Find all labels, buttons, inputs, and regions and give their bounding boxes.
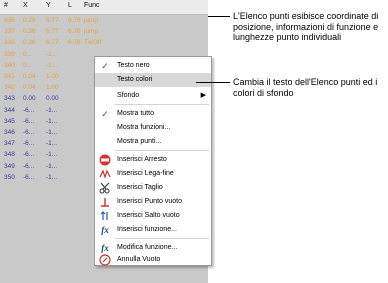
table-cell: 0... — [23, 61, 33, 69]
table-cell: 342 — [4, 84, 15, 92]
table-cell: 349 — [4, 162, 15, 170]
menu-item-testo-colori[interactable]: Testo colori — [95, 73, 211, 87]
menu-item-sfondo[interactable]: Sfondo ▶ — [95, 89, 211, 103]
table-cell: -6... — [23, 162, 35, 170]
table-cell: 0.04 — [23, 84, 36, 92]
table-cell: 341 — [4, 73, 15, 80]
table-cell: 0.04 — [23, 73, 36, 80]
menu-item-inserisci-punto-vuoto[interactable]: Inserisci Punto vuoto — [95, 195, 211, 209]
header-l[interactable]: L — [68, 2, 72, 9]
table-cell: -1... — [46, 50, 58, 58]
table-cell: -1... — [46, 117, 58, 125]
table-row[interactable]: 338 0.28 6.77 6.78 TieOff — [0, 38, 208, 49]
menu-separator — [115, 150, 209, 151]
header-number[interactable]: # — [4, 2, 8, 9]
table-cell: -1... — [46, 173, 58, 181]
check-icon: ✓ — [101, 61, 109, 71]
table-cell: 0.00 — [46, 95, 59, 103]
context-menu: ✓ Testo nero Testo colori Sfondo ▶ ✓ Mos… — [94, 56, 212, 266]
table-cell: -6... — [23, 140, 35, 148]
header-x[interactable]: X — [23, 2, 28, 9]
stitch-list-header: # X Y L Func — [0, 0, 208, 15]
empty-stitch-icon — [99, 196, 111, 208]
cancel-empty-icon — [99, 254, 111, 266]
menu-item-mostra-punti[interactable]: Mostra punti... — [95, 135, 211, 149]
annotation-stitch-list: L'Elenco punti esibisce coordinate di po… — [233, 11, 379, 42]
check-icon: ✓ — [101, 109, 109, 119]
table-cell: 338 — [4, 39, 15, 47]
trim-icon — [99, 182, 111, 194]
table-cell: -1... — [46, 106, 58, 114]
table-cell: 343 — [4, 95, 15, 103]
table-row[interactable]: 336 0.28 6.77 6.78 jump — [0, 16, 208, 27]
table-cell: 0.28 — [23, 39, 36, 47]
header-y[interactable]: Y — [46, 2, 51, 9]
table-cell: 348 — [4, 151, 15, 159]
empty-jump-icon — [99, 210, 111, 222]
table-cell: 1.00 — [46, 73, 59, 80]
annotation-leader-line — [208, 16, 230, 17]
table-cell: TieOff — [84, 39, 102, 47]
table-cell: 0.28 — [23, 17, 36, 24]
table-cell: 345 — [4, 117, 15, 125]
table-cell: 0.28 — [23, 28, 36, 36]
table-cell: -6... — [23, 173, 35, 181]
tie-off-icon — [99, 168, 111, 180]
menu-item-testo-nero[interactable]: ✓ Testo nero — [95, 59, 211, 73]
table-cell: -1... — [46, 129, 58, 136]
table-cell: 350 — [4, 173, 15, 181]
table-cell: -6... — [23, 106, 35, 114]
menu-item-mostra-funzioni[interactable]: Mostra funzioni... — [95, 121, 211, 135]
table-cell: 6.78 — [68, 39, 81, 47]
table-cell: jump — [84, 28, 99, 36]
table-cell: 6.78 — [68, 28, 81, 36]
menu-item-inserisci-lega-fine[interactable]: Inserisci Lega-fine — [95, 167, 211, 181]
table-cell: 336 — [4, 17, 15, 24]
menu-separator — [115, 238, 209, 239]
submenu-arrow-icon: ▶ — [200, 92, 206, 99]
table-cell: 6.77 — [46, 28, 59, 36]
table-cell: 0.00 — [23, 95, 36, 103]
table-cell: 6.77 — [46, 39, 59, 47]
table-cell: 339 — [4, 50, 15, 58]
menu-item-inserisci-taglio[interactable]: Inserisci Taglio — [95, 181, 211, 195]
table-cell: -1... — [46, 61, 58, 69]
table-cell: -1... — [46, 151, 58, 159]
stop-icon — [99, 154, 111, 166]
table-cell: 344 — [4, 106, 15, 114]
annotation-leader-line — [196, 82, 230, 83]
menu-item-mostra-tutto[interactable]: ✓ Mostra tutto — [95, 107, 211, 121]
table-cell: jump — [84, 17, 99, 24]
menu-separator — [115, 104, 209, 105]
menu-item-annulla-vuoto[interactable]: Annulla Vuoto — [95, 253, 211, 267]
table-cell: 6.77 — [46, 17, 59, 24]
table-cell: -6... — [23, 117, 35, 125]
annotation-text-colors: Cambia il testo dell'Elenco punti ed i c… — [233, 77, 378, 98]
table-cell: -6... — [23, 151, 35, 159]
insert-function-icon: fx — [101, 225, 109, 235]
table-cell: 1.00 — [46, 84, 59, 92]
table-row[interactable]: 337 0.28 6.77 6.78 jump — [0, 27, 208, 38]
table-cell: 346 — [4, 129, 15, 136]
table-cell: -6... — [23, 129, 35, 136]
table-cell: 340 — [4, 61, 15, 69]
menu-item-inserisci-arresto[interactable]: Inserisci Arresto — [95, 153, 211, 167]
menu-item-inserisci-salto-vuoto[interactable]: Inserisci Salto vuoto — [95, 209, 211, 223]
table-cell: 347 — [4, 140, 15, 148]
table-cell: -1... — [46, 162, 58, 170]
menu-item-inserisci-funzione[interactable]: fx Inserisci funzione... — [95, 223, 211, 237]
table-cell: 6.78 — [68, 17, 81, 24]
table-cell: -1... — [46, 140, 58, 148]
table-cell: 0... — [23, 50, 33, 58]
header-func[interactable]: Func — [84, 2, 100, 9]
table-cell: 337 — [4, 28, 15, 36]
